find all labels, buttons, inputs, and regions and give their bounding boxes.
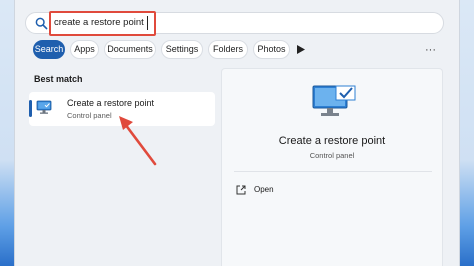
search-highlight-box[interactable]: create a restore point <box>49 11 156 36</box>
best-match-heading: Best match <box>34 74 83 84</box>
open-external-icon <box>236 185 246 195</box>
chip-search[interactable]: Search <box>33 40 65 59</box>
monitor-checkmark-icon <box>312 85 356 116</box>
text-caret <box>147 16 148 30</box>
search-panel: create a restore point Search Apps Docum… <box>14 0 460 266</box>
divider <box>234 171 432 172</box>
result-title: Create a restore point <box>67 98 155 108</box>
chip-photos[interactable]: Photos <box>253 40 290 59</box>
play-icon[interactable] <box>297 45 305 54</box>
chip-folders[interactable]: Folders <box>208 40 248 59</box>
search-icon <box>35 17 48 30</box>
more-icon[interactable]: ··· <box>425 45 436 56</box>
detail-pane: Create a restore point Control panel Ope… <box>221 68 443 266</box>
detail-subtitle: Control panel <box>309 151 355 160</box>
search-bar[interactable]: create a restore point <box>25 11 444 36</box>
search-input[interactable]: create a restore point <box>54 17 144 28</box>
chip-settings[interactable]: Settings <box>161 40 203 59</box>
result-subtitle: Control panel <box>67 111 112 120</box>
chip-documents[interactable]: Documents <box>104 40 156 59</box>
chip-apps[interactable]: Apps <box>70 40 99 59</box>
monitor-checkmark-icon <box>36 100 52 114</box>
selection-indicator <box>29 100 32 117</box>
detail-title: Create a restore point <box>278 135 386 147</box>
annotation-arrow <box>119 116 157 166</box>
open-label: Open <box>254 185 274 194</box>
